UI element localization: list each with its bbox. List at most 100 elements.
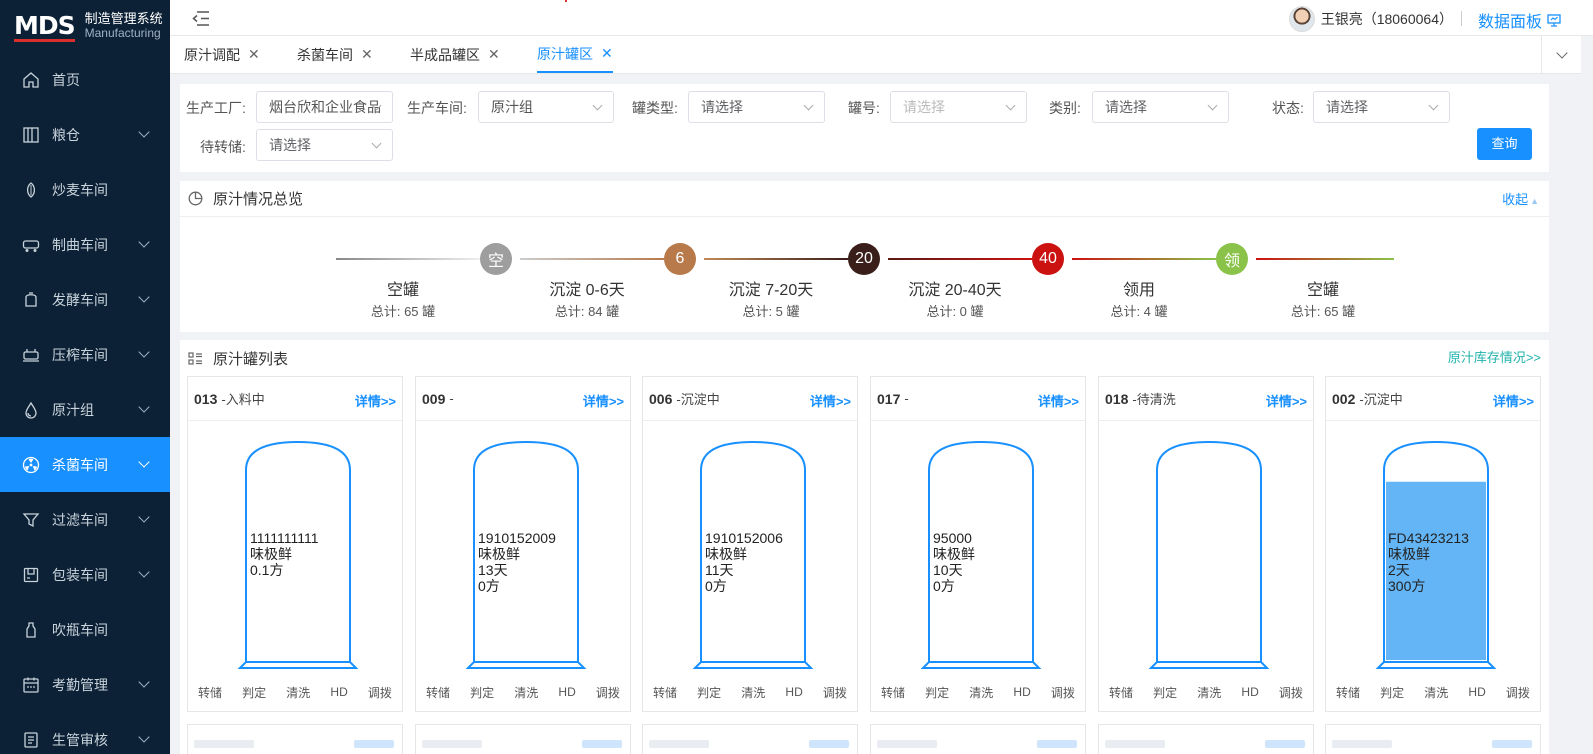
sidebar-item-label: 制曲车间 xyxy=(52,236,108,253)
close-icon[interactable]: ✕ xyxy=(361,46,373,63)
tank-action-button[interactable]: 清洗 xyxy=(1424,684,1448,701)
tank-action-button[interactable]: 判定 xyxy=(242,684,266,701)
factory-select[interactable]: 烟台欣和企业食品 xyxy=(256,91,393,123)
sidebar-item-3[interactable]: 炒麦车间 xyxy=(0,162,170,217)
tank-detail-link[interactable]: 详情>> xyxy=(810,391,851,410)
tank-action-button[interactable]: 转储 xyxy=(1336,684,1360,701)
tank-product: 味极鲜 xyxy=(933,546,975,562)
stage-badge: 6 xyxy=(664,243,696,275)
chevron-down-icon xyxy=(1005,100,1016,111)
chevron-down-icon xyxy=(1428,100,1439,111)
category-select[interactable]: 请选择 xyxy=(1092,91,1229,123)
stage-connector xyxy=(1256,258,1394,260)
tank-card[interactable]: 002 -沉淀中 详情>> FD43423213 味极鲜 2天 300方 转储 判定 清洗 HD 调拨 xyxy=(1325,376,1541,712)
tank-card-partial[interactable] xyxy=(1325,724,1541,754)
tank-action-button[interactable]: HD xyxy=(1013,685,1030,699)
tank-card[interactable]: 018 -待清洗 详情>> 转储 判定 清洗 HD 调拨 xyxy=(1098,376,1314,712)
sidebar-item-1[interactable]: 首页 xyxy=(0,52,170,107)
juice-stock-link[interactable]: 原汁库存情况>> xyxy=(1448,347,1541,366)
tank-action-button[interactable]: 调拨 xyxy=(1051,684,1075,701)
bottle-icon xyxy=(22,621,40,639)
tank-action-button[interactable]: 清洗 xyxy=(969,684,993,701)
sidebar-item-4[interactable]: 制曲车间 xyxy=(0,217,170,272)
tank-card-partial[interactable] xyxy=(187,724,403,754)
page-scrollbar[interactable] xyxy=(1581,36,1593,754)
close-icon[interactable]: ✕ xyxy=(488,46,500,63)
user-menu[interactable]: 王银亮（18060064） xyxy=(1288,6,1453,32)
sidebar-item-6[interactable]: 压榨车间 xyxy=(0,327,170,382)
sidebar-item-9[interactable]: 过滤车间 xyxy=(0,492,170,547)
close-icon[interactable]: ✕ xyxy=(248,46,260,63)
sidebar-item-5[interactable]: 发酵车间 xyxy=(0,272,170,327)
tank-product: 味极鲜 xyxy=(705,546,747,562)
tank-action-button[interactable]: 清洗 xyxy=(1197,684,1221,701)
tank-action-button[interactable]: 调拨 xyxy=(368,684,392,701)
tank-card[interactable]: 017- 详情>> 95000 味极鲜 10天 0方 转储 判定 清洗 HD 调拨 xyxy=(870,376,1086,712)
tank-action-button[interactable]: 清洗 xyxy=(741,684,765,701)
tank-action-button[interactable]: 清洗 xyxy=(286,684,310,701)
sidebar-item-12[interactable]: 考勤管理 xyxy=(0,657,170,712)
tank-card[interactable]: 009- 详情>> 1910152009 味极鲜 13天 0方 转储 判定 清洗 HD 调拨 xyxy=(415,376,631,712)
tank-detail-link[interactable]: 详情>> xyxy=(355,391,396,410)
tank-action-button[interactable]: HD xyxy=(1241,685,1258,699)
tab-juice-tank-area[interactable]: 原汁罐区 ✕ xyxy=(537,36,613,73)
tank-action-button[interactable]: 判定 xyxy=(1380,684,1404,701)
tank-action-button[interactable]: 调拨 xyxy=(1506,684,1530,701)
tank-card-partial[interactable] xyxy=(870,724,1086,754)
tab-dropdown-button[interactable] xyxy=(1541,36,1581,73)
tank-action-button[interactable]: 调拨 xyxy=(823,684,847,701)
tank-action-button[interactable]: 转储 xyxy=(653,684,677,701)
tank-card-partial[interactable] xyxy=(415,724,631,754)
sidebar-item-10[interactable]: 包装车间 xyxy=(0,547,170,602)
tank-action-button[interactable]: 判定 xyxy=(697,684,721,701)
card-header-placeholder xyxy=(877,740,937,748)
tank-detail-link[interactable]: 详情>> xyxy=(1493,391,1534,410)
tank-detail-link[interactable]: 详情>> xyxy=(1038,391,1079,410)
pending-transfer-select[interactable]: 请选择 xyxy=(256,129,393,161)
tank-action-button[interactable]: 调拨 xyxy=(596,684,620,701)
tank-action-button[interactable]: 判定 xyxy=(925,684,949,701)
tank-action-button[interactable]: 转储 xyxy=(881,684,905,701)
tab-juice-blending[interactable]: 原汁调配 ✕ xyxy=(184,36,260,73)
tank-action-button[interactable]: 清洗 xyxy=(514,684,538,701)
collapse-toggle[interactable]: 收起 ▲ xyxy=(1502,189,1539,208)
tab-sterilization-workshop[interactable]: 杀菌车间 ✕ xyxy=(297,36,373,73)
workshop-select[interactable]: 原汁组 xyxy=(478,91,614,123)
tank-action-button[interactable]: HD xyxy=(558,685,575,699)
tank-action-button[interactable]: 调拨 xyxy=(1279,684,1303,701)
tank-action-button[interactable]: HD xyxy=(785,685,802,699)
tank-status: -沉淀中 xyxy=(676,392,720,407)
sidebar-item-7[interactable]: 原汁组 xyxy=(0,382,170,437)
tank-card-header: 017- 详情>> xyxy=(871,377,1085,421)
tank-card[interactable]: 006 -沉淀中 详情>> 1910152006 味极鲜 11天 0方 转储 判定 清洗 HD 调拨 xyxy=(642,376,858,712)
tab-semi-finished-tanks[interactable]: 半成品罐区 ✕ xyxy=(410,36,500,73)
tank-action-button[interactable]: HD xyxy=(1468,685,1485,699)
tank-list-title: 原汁罐列表 xyxy=(213,350,289,368)
tank-action-button[interactable]: 判定 xyxy=(470,684,494,701)
tank-detail-link[interactable]: 详情>> xyxy=(583,391,624,410)
tank-action-button[interactable]: 转储 xyxy=(1109,684,1133,701)
app-logo[interactable]: MDS 制造管理系统 Manufacturing xyxy=(0,0,170,52)
sidebar-item-8[interactable]: 杀菌车间 xyxy=(0,437,170,492)
sidebar-item-13[interactable]: 生管审核 xyxy=(0,712,170,754)
stage-count: 总计: 65 罐 xyxy=(1290,304,1356,319)
logo-mark: MDS xyxy=(14,11,76,42)
tank-action-button[interactable]: 判定 xyxy=(1153,684,1177,701)
tank-action-button[interactable]: HD xyxy=(330,685,347,699)
tank-card-partial[interactable] xyxy=(642,724,858,754)
tank-type-select[interactable]: 请选择 xyxy=(688,91,825,123)
tank-card[interactable]: 013 -入料中 详情>> 1111111111 味极鲜 0.1方 转储 判定 清洗 HD 调拨 xyxy=(187,376,403,712)
query-button[interactable]: 查询 xyxy=(1477,128,1532,160)
menu-fold-icon[interactable] xyxy=(192,11,210,26)
tank-no-select[interactable]: 请选择 xyxy=(890,91,1027,123)
tank-card-partial[interactable] xyxy=(1098,724,1314,754)
tank-action-button[interactable]: 转储 xyxy=(426,684,450,701)
sidebar-item-2[interactable]: 粮仓 xyxy=(0,107,170,162)
close-icon[interactable]: ✕ xyxy=(601,45,613,62)
dashboard-link[interactable]: 数据面板 xyxy=(1478,8,1561,32)
sidebar-item-11[interactable]: 吹瓶车间 xyxy=(0,602,170,657)
pie-chart-icon xyxy=(188,191,203,206)
tank-detail-link[interactable]: 详情>> xyxy=(1266,391,1307,410)
tank-action-button[interactable]: 转储 xyxy=(198,684,222,701)
status-select[interactable]: 请选择 xyxy=(1313,91,1450,123)
